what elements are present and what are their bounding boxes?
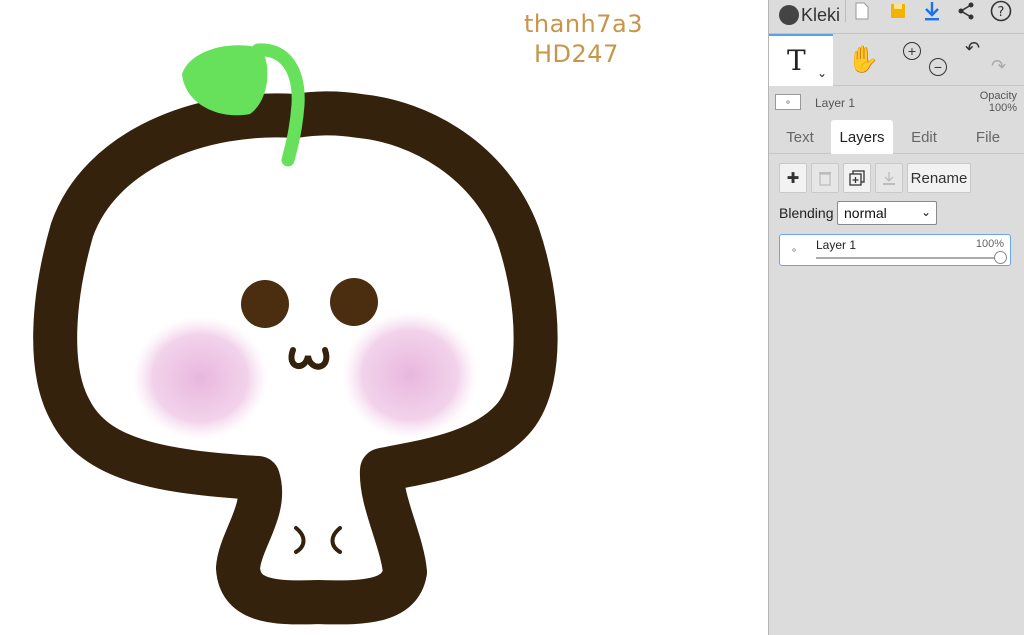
- app-name: Kleki: [801, 4, 841, 25]
- hand-tool-icon[interactable]: ✋: [847, 44, 879, 75]
- layer-list-item[interactable]: ⚬ Layer 1 100%: [779, 234, 1011, 266]
- delete-layer-button[interactable]: [811, 163, 839, 193]
- merge-down-button[interactable]: [875, 163, 903, 193]
- drawing-canvas[interactable]: thanh7a3 HD247: [0, 0, 768, 635]
- tab-layers[interactable]: Layers: [831, 120, 893, 154]
- layer-opacity: 100%: [975, 238, 1004, 250]
- tab-text[interactable]: Text: [769, 120, 831, 154]
- rename-layer-button[interactable]: Rename: [907, 163, 971, 193]
- share-icon[interactable]: [953, 0, 979, 22]
- right-blush: [342, 311, 478, 439]
- opacity-label: Opacity: [979, 90, 1017, 102]
- blending-label: Blending: [779, 205, 834, 221]
- toolbar-divider: [845, 0, 846, 22]
- svg-text:?: ?: [998, 5, 1005, 20]
- save-icon[interactable]: [885, 0, 911, 22]
- zoom-out-icon[interactable]: −: [929, 58, 947, 76]
- layer-opacity-slider-handle[interactable]: [994, 251, 1007, 264]
- drawing-artwork: [33, 43, 558, 625]
- chevron-down-icon: ⌄: [920, 205, 931, 219]
- blending-value: normal: [844, 205, 887, 221]
- trash-icon: [819, 171, 831, 186]
- layer-thumbnail: ⚬: [790, 244, 798, 255]
- chevron-down-icon[interactable]: ⌄: [817, 66, 827, 80]
- download-icon[interactable]: [919, 0, 945, 22]
- zoom-in-icon[interactable]: +: [903, 42, 921, 60]
- signature-line-1: thanh7a3: [524, 10, 643, 38]
- tab-file[interactable]: File: [957, 120, 1019, 154]
- layer-preview-name: Layer 1: [815, 96, 856, 110]
- tool-row: T ⌄ ✋ + − ↶ ↷: [769, 34, 1024, 86]
- layers-panel: ✚ Rename Blending normal ⌄ ⚬ Layer 1 100…: [769, 155, 1024, 635]
- right-eye: [330, 278, 378, 326]
- text-tool-button[interactable]: T ⌄: [769, 34, 833, 86]
- duplicate-layer-button[interactable]: [843, 163, 871, 193]
- add-layer-button[interactable]: ✚: [779, 163, 807, 193]
- left-blush: [132, 316, 268, 440]
- kleki-logo[interactable]: Kleki: [779, 0, 840, 30]
- redo-icon[interactable]: ↷: [991, 56, 1006, 77]
- merge-down-icon: [883, 171, 895, 185]
- undo-icon[interactable]: ↶: [965, 38, 980, 59]
- left-eye: [241, 280, 289, 328]
- side-panel: Kleki ? T ⌄ ✋ + − ↶ ↷ ⚬ Layer 1 Opacity …: [768, 0, 1024, 635]
- plus-icon: ✚: [786, 170, 800, 187]
- layer-opacity-slider[interactable]: [816, 257, 1000, 259]
- layer-thumbnail[interactable]: ⚬: [775, 94, 801, 110]
- opacity-value: 100%: [988, 102, 1017, 114]
- signature-line-2: HD247: [534, 40, 619, 68]
- duplicate-icon: [849, 170, 865, 186]
- text-tool-icon: T: [787, 44, 806, 77]
- help-icon[interactable]: ?: [988, 0, 1014, 22]
- layer-name: Layer 1: [816, 238, 857, 252]
- opacity-readout: Opacity 100%: [980, 90, 1017, 114]
- tab-edit[interactable]: Edit: [893, 120, 955, 154]
- blending-select[interactable]: normal ⌄: [837, 201, 937, 225]
- tab-bar: Text Layers Edit File: [769, 120, 1024, 154]
- layer-preview-row: ⚬ Layer 1 Opacity 100%: [769, 88, 1024, 118]
- top-toolbar: Kleki ?: [769, 0, 1024, 34]
- new-file-icon[interactable]: [849, 0, 875, 22]
- kleki-logo-icon: [779, 5, 799, 25]
